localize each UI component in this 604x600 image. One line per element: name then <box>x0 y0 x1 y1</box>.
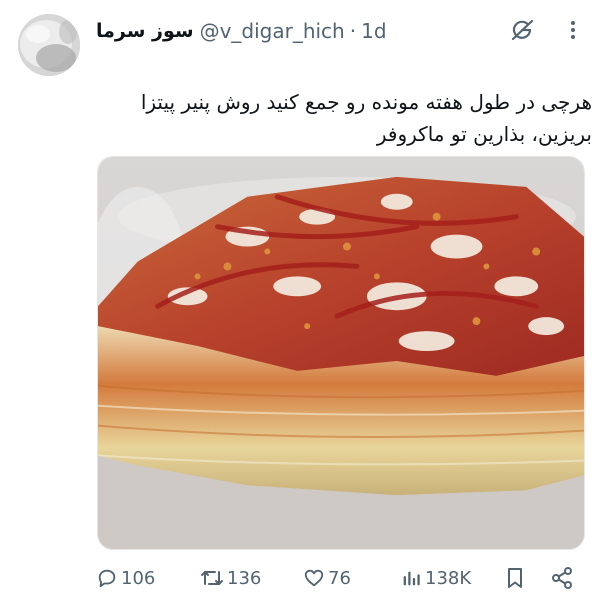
tweet-text: هرچی در طول هفته مونده رو جمع کنید روش پ… <box>60 86 592 150</box>
grok-icon[interactable] <box>507 15 537 45</box>
views-button[interactable]: 138K <box>400 563 471 593</box>
post-time[interactable]: 1d <box>361 19 386 43</box>
separator-dot: · <box>349 19 357 43</box>
more-icon[interactable] <box>560 15 586 45</box>
avatar[interactable] <box>18 14 80 76</box>
post-header: سوز سرما @v_digar_hich · 1d <box>96 17 387 45</box>
repost-count: 136 <box>227 567 262 589</box>
like-count: 76 <box>328 567 351 589</box>
bookmark-button[interactable] <box>504 563 526 593</box>
reply-count: 106 <box>121 567 156 589</box>
heart-icon <box>303 567 325 589</box>
author-handle[interactable]: @v_digar_hich <box>200 19 345 43</box>
repost-icon <box>200 567 224 589</box>
repost-button[interactable]: 136 <box>200 563 261 593</box>
author-name[interactable]: سوز سرما <box>96 20 194 42</box>
share-button[interactable] <box>550 563 574 593</box>
like-button[interactable]: 76 <box>303 563 351 593</box>
tweet-text-line: بریزین، بذارین تو ماکروفر <box>376 122 592 146</box>
share-icon <box>550 566 574 590</box>
post-image[interactable] <box>97 156 585 550</box>
reply-button[interactable]: 106 <box>96 563 155 593</box>
tweet-text-line: هرچی در طول هفته مونده رو جمع کنید روش پ… <box>140 90 592 114</box>
bookmark-icon <box>504 566 526 590</box>
reply-icon <box>96 567 118 589</box>
views-count: 138K <box>425 567 472 589</box>
views-icon <box>400 567 422 589</box>
action-bar: 106 136 76 138K <box>96 563 586 593</box>
